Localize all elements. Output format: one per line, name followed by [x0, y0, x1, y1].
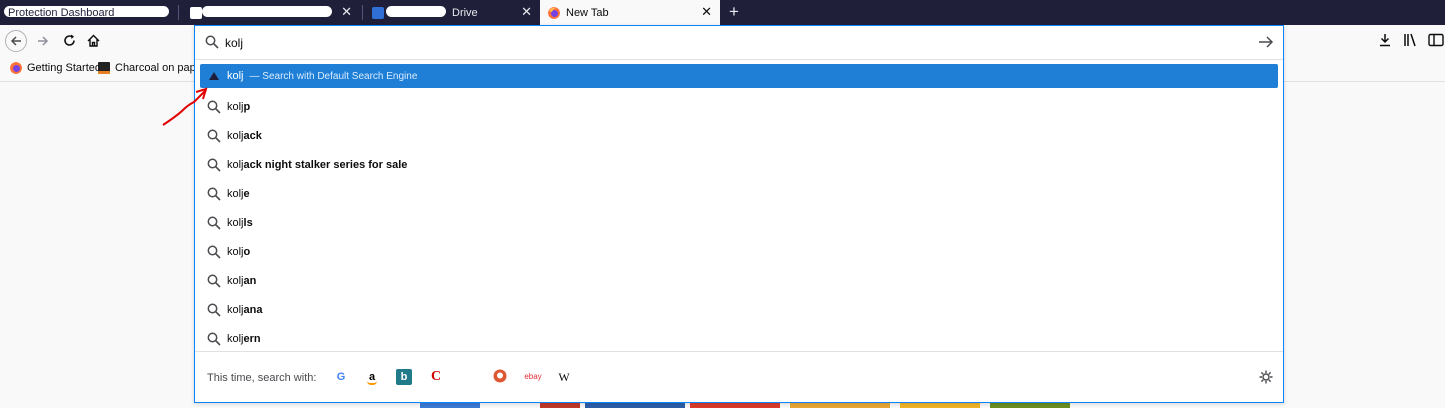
search-suggestion[interactable]: kolj ern: [200, 324, 1278, 353]
typed-text: kolj: [227, 274, 244, 287]
suggestion-completion: e: [243, 187, 250, 200]
bookmark-label: Getting Started: [27, 62, 101, 74]
download-icon: [1380, 34, 1390, 47]
close-tab-icon[interactable]: ✕: [521, 5, 532, 19]
redaction-scribble: [202, 6, 332, 17]
library-button[interactable]: [1403, 33, 1419, 49]
close-tab-icon[interactable]: ✕: [701, 5, 712, 19]
amazon-smile-icon: [367, 381, 377, 385]
search-icon: [207, 274, 221, 288]
suggestion-completion: an: [243, 274, 257, 287]
typed-text: kolj: [227, 187, 244, 200]
typed-text: kolj: [227, 158, 244, 171]
search-icon: [207, 129, 221, 143]
search-suggestion[interactable]: kolj ls: [200, 208, 1278, 237]
search-icon: [207, 332, 221, 346]
bing-icon[interactable]: b: [396, 369, 412, 385]
search-action-text: — Search with Default Search Engine: [249, 70, 418, 82]
urlbar-popup: kolj — Search with Default Search Engine…: [194, 25, 1284, 403]
search-icon: [205, 35, 219, 49]
wikipedia-icon[interactable]: W: [556, 369, 572, 385]
suggestion-completion: ern: [243, 332, 261, 345]
tab-protection-dashboard[interactable]: Protection Dashboard: [0, 0, 178, 25]
tab-title: New Tab: [566, 6, 609, 19]
urlbar-input-row: [195, 26, 1283, 60]
suggestion-completion: ana: [243, 303, 263, 316]
suggestion-list: kolj p kolj ack kolj ack night stalker series…: [200, 92, 1278, 353]
search-icon: [207, 245, 221, 259]
search-suggestion[interactable]: kolj an: [200, 266, 1278, 295]
search-icon: [207, 303, 221, 317]
search-suggestion[interactable]: kolj e: [200, 179, 1278, 208]
forward-button[interactable]: [32, 30, 54, 52]
new-tab-button[interactable]: +: [724, 2, 744, 22]
suggestion-completion: p: [243, 100, 251, 113]
tab-separator: [362, 5, 363, 20]
one-off-label: This time, search with:: [207, 372, 317, 384]
autocomplete-results: kolj — Search with Default Search Engine…: [200, 64, 1278, 353]
bookmark-getting-started[interactable]: Getting Started: [10, 62, 101, 74]
page-favicon: [190, 6, 202, 19]
search-suggestion[interactable]: kolj ack: [200, 121, 1278, 150]
urlbar-input[interactable]: [225, 34, 1225, 52]
close-tab-icon[interactable]: ✕: [341, 5, 352, 19]
drive-favicon: [372, 6, 384, 19]
search-suggestion[interactable]: kolj o: [200, 237, 1278, 266]
suggestion-completion: ack night stalker series for sale: [243, 158, 408, 171]
tab-title: Protection Dashboard: [8, 6, 115, 19]
search-suggestion-selected[interactable]: kolj — Search with Default Search Engine: [200, 64, 1278, 88]
reload-icon: [63, 34, 75, 46]
redaction-scribble: [386, 6, 446, 17]
search-icon: [207, 158, 221, 172]
tab-separator: [178, 5, 179, 20]
sidebar-icon: [1428, 33, 1444, 47]
tab-redacted[interactable]: ✕: [182, 0, 360, 25]
back-button[interactable]: [5, 30, 27, 52]
typed-text: kolj: [227, 129, 244, 142]
ebay-icon[interactable]: ebay: [523, 369, 543, 385]
suggestion-completion: o: [243, 245, 251, 258]
site-favicon: [98, 62, 110, 74]
duck-icon: [493, 369, 507, 383]
tab-new-tab[interactable]: New Tab ✕: [540, 0, 720, 25]
firefox-icon: [548, 6, 560, 19]
search-suggestion[interactable]: kolj p: [200, 92, 1278, 121]
typed-text: kolj: [227, 100, 244, 113]
google-icon[interactable]: G: [333, 369, 349, 385]
search-icon: [207, 187, 221, 201]
forward-arrow-icon: [38, 36, 49, 46]
typed-text: kolj: [227, 303, 244, 316]
typed-text: kolj: [227, 332, 244, 345]
tab-drive[interactable]: Drive ✕: [364, 0, 540, 25]
back-arrow-icon: [10, 36, 21, 46]
search-suggestion[interactable]: kolj ack night stalker series for sale: [200, 150, 1278, 179]
gear-icon[interactable]: [1259, 370, 1273, 384]
library-icon: [1404, 33, 1416, 47]
reload-button[interactable]: [58, 30, 80, 52]
bookmark-label: Charcoal on paper: [115, 62, 206, 74]
firefox-icon: [10, 62, 22, 74]
downloads-button[interactable]: [1378, 33, 1394, 49]
duckduckgo-icon[interactable]: [492, 369, 508, 385]
typed-text: kolj: [227, 216, 244, 229]
annotation-arrow-icon: [162, 87, 208, 126]
one-off-search-bar: This time, search with: G a b C ebay W: [195, 351, 1283, 402]
sidebar-button[interactable]: [1428, 33, 1444, 49]
tab-title: Drive: [452, 6, 478, 19]
c-engine-icon[interactable]: C: [428, 369, 444, 385]
search-icon: [207, 216, 221, 230]
amazon-icon[interactable]: a: [364, 369, 380, 385]
search-suggestion[interactable]: kolj ana: [200, 295, 1278, 324]
tab-strip: Protection Dashboard ✕ Drive ✕ New Tab ✕…: [0, 0, 1445, 25]
home-icon: [87, 34, 99, 47]
typed-text: kolj: [227, 245, 244, 258]
typed-text: kolj: [227, 70, 244, 82]
go-arrow-icon[interactable]: [1257, 33, 1275, 51]
home-button[interactable]: [82, 30, 104, 52]
suggestion-completion: ack: [243, 129, 262, 142]
bookmark-charcoal-on-paper[interactable]: Charcoal on paper: [98, 62, 206, 74]
suggestion-completion: ls: [243, 216, 253, 229]
